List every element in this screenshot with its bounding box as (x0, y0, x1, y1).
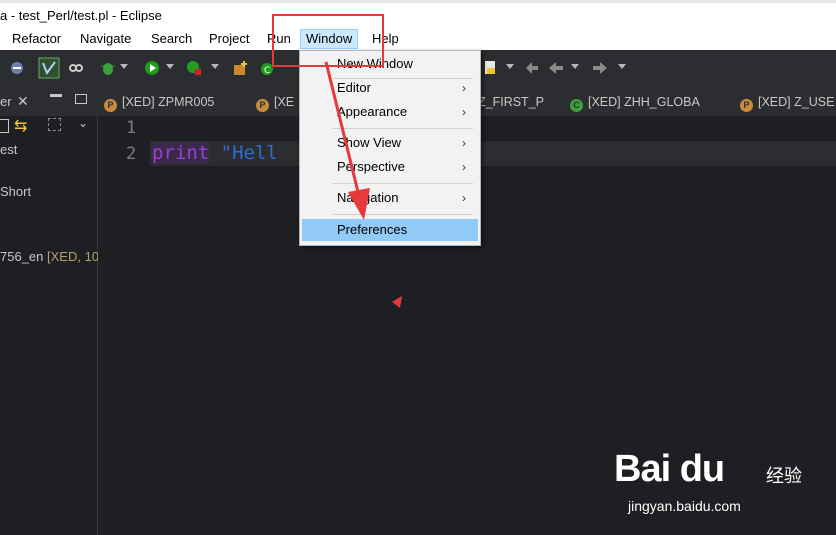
tree-item[interactable]: Short (0, 184, 31, 199)
left-panel-title: er (0, 94, 12, 109)
tab-label: [XED] ZHH_GLOBA (588, 95, 700, 109)
watermark-url: jingyan.baidu.com (628, 498, 741, 514)
close-panel-icon[interactable]: ✕ (17, 93, 29, 110)
tab-label: [XE (274, 95, 295, 109)
program-icon: P (740, 99, 753, 112)
forward-dropdown-icon[interactable] (618, 64, 626, 69)
tab-label: [XED] Z_USE (758, 95, 835, 109)
tab-z-use[interactable]: P [XED] Z_USE (740, 88, 834, 116)
back-arrow-icon[interactable] (548, 60, 564, 76)
pin-icon[interactable] (9, 60, 25, 76)
chevron-right-icon: › (462, 136, 466, 150)
keyword: print (152, 142, 210, 164)
menu-refactor[interactable]: Refactor (12, 31, 61, 46)
coverage-dropdown-icon[interactable] (211, 64, 219, 69)
line-number: 2 (126, 144, 137, 164)
focus-icon[interactable] (48, 118, 61, 131)
code-line[interactable]: print "Hell (152, 142, 278, 164)
coverage-icon[interactable] (186, 60, 202, 76)
menu-navigate[interactable]: Navigate (80, 31, 131, 46)
tab-zhh-globa[interactable]: C [XED] ZHH_GLOBA (570, 88, 700, 116)
last-edit-icon[interactable] (524, 60, 540, 76)
run-icon[interactable] (144, 60, 160, 76)
sync-arrows-icon[interactable]: ⇆ (14, 116, 27, 136)
tab-label: Z_FIRST_P (478, 95, 544, 109)
link-icon[interactable] (68, 60, 84, 76)
tree-item-meta: [XED, 10 (47, 249, 100, 264)
view-menu-chevron-down-icon[interactable]: ⌄ (78, 116, 88, 130)
collapse-icon[interactable] (0, 119, 9, 133)
tab-z-first-p[interactable]: Z_FIRST_P (478, 88, 544, 116)
open-file-dropdown-icon[interactable] (506, 64, 514, 69)
menu-search[interactable]: Search (151, 31, 192, 46)
line-number: 1 (126, 118, 137, 138)
title-bar: a - test_Perl/test.pl - Eclipse (0, 0, 836, 28)
debug-dropdown-icon[interactable] (120, 64, 128, 69)
class-icon: C (570, 99, 583, 112)
watermark-label: 经验 (766, 466, 802, 486)
debug-icon[interactable] (100, 60, 116, 76)
new-package-icon[interactable] (232, 60, 248, 76)
svg-text:C: C (264, 66, 270, 76)
cursor-marker-icon (392, 296, 402, 308)
program-icon: P (104, 99, 117, 112)
tree-item[interactable]: est (0, 142, 17, 157)
baidu-jingyan-watermark: Bai du 经验 jingyan.baidu.com (608, 448, 808, 524)
tab-label: [XED] ZPMR005 (122, 95, 215, 109)
open-file-icon[interactable] (482, 60, 498, 76)
project-explorer-panel: ⇆ ⌄ est Short 756_en [XED, 10 (0, 116, 99, 535)
run-dropdown-icon[interactable] (166, 64, 174, 69)
watermark-logo: Bai du (614, 448, 725, 490)
program-icon: P (256, 99, 269, 112)
maximize-icon[interactable] (75, 94, 87, 104)
tree-item[interactable]: 756_en [XED, 10 (0, 249, 99, 264)
chevron-right-icon: › (462, 105, 466, 119)
menu-project[interactable]: Project (209, 31, 249, 46)
chevron-right-icon: › (462, 81, 466, 95)
minimize-icon[interactable] (50, 94, 62, 97)
chevron-right-icon: › (462, 160, 466, 174)
forward-arrow-icon[interactable] (592, 60, 608, 76)
tab-zpmr005[interactable]: P [XED] ZPMR005 (104, 88, 214, 116)
annotation-arrow-icon (324, 61, 370, 220)
chevron-right-icon: › (462, 191, 466, 205)
window-title: a - test_Perl/test.pl - Eclipse (0, 8, 162, 23)
tree-item-name: 756_en (0, 249, 44, 264)
string-literal: "Hell (220, 142, 278, 164)
menu-bar: Refactor Navigate Search Project Run Win… (0, 28, 836, 50)
tab-xe[interactable]: P [XE (256, 88, 294, 116)
perspective-toggle-icon[interactable] (38, 57, 60, 79)
back-dropdown-icon[interactable] (571, 64, 579, 69)
